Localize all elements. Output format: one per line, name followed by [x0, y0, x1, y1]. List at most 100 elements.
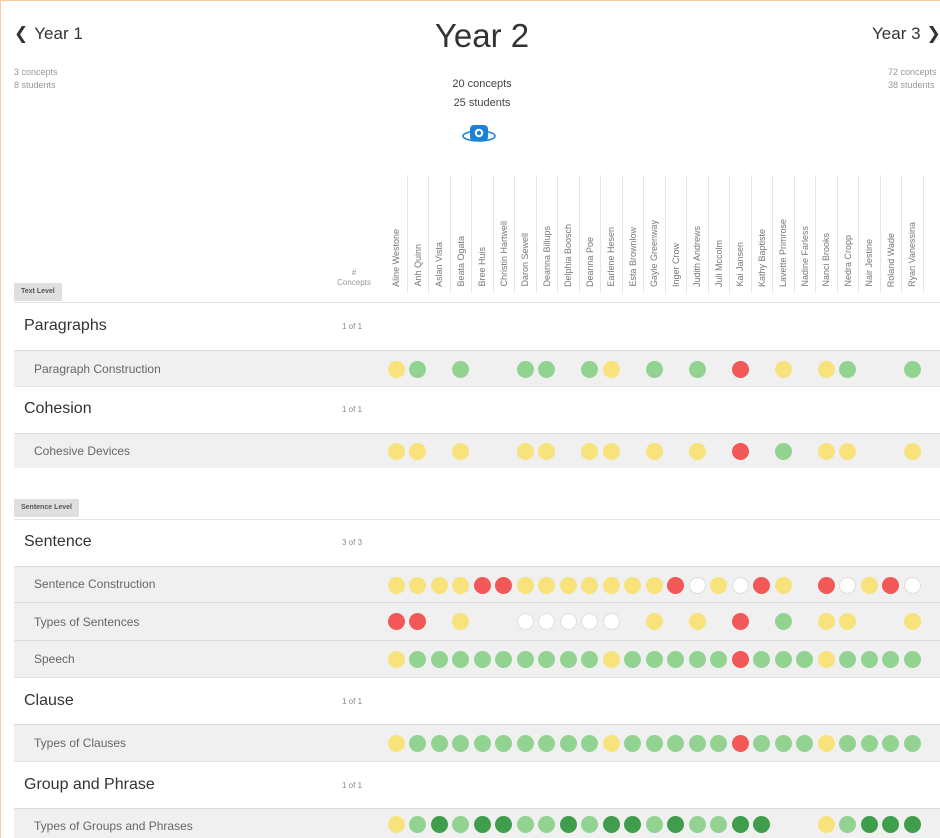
mastery-dot-yellow[interactable]	[818, 816, 835, 833]
mastery-dot-yellow[interactable]	[904, 443, 921, 460]
mastery-dot-light-green[interactable]	[839, 816, 856, 833]
mastery-dot-light-green[interactable]	[581, 816, 598, 833]
mastery-dot-light-green[interactable]	[624, 651, 641, 668]
mastery-dot-empty[interactable]	[904, 577, 921, 594]
mastery-dot-empty[interactable]	[517, 613, 534, 630]
student-name-header[interactable]: Beata Ogata	[456, 236, 466, 287]
mastery-dot-yellow[interactable]	[624, 577, 641, 594]
mastery-dot-light-green[interactable]	[431, 735, 448, 752]
mastery-dot-dark-green[interactable]	[474, 816, 491, 833]
mastery-dot-light-green[interactable]	[581, 361, 598, 378]
mastery-dot-empty[interactable]	[603, 613, 620, 630]
concept-row-speech[interactable]: Speech	[14, 640, 940, 677]
student-name-header[interactable]: Nadine Farless	[800, 226, 810, 287]
mastery-dot-light-green[interactable]	[495, 651, 512, 668]
mastery-dot-light-green[interactable]	[538, 816, 555, 833]
concept-row-cohesive-devices[interactable]: Cohesive Devices	[14, 433, 940, 468]
mastery-dot-yellow[interactable]	[603, 651, 620, 668]
student-name-header[interactable]: Aslan Vista	[434, 242, 444, 287]
student-name-header[interactable]: Roland Wade	[886, 233, 896, 287]
mastery-dot-empty[interactable]	[689, 577, 706, 594]
mastery-dot-light-green[interactable]	[409, 361, 426, 378]
mastery-dot-dark-green[interactable]	[753, 816, 770, 833]
mastery-dot-yellow[interactable]	[388, 577, 405, 594]
mastery-dot-red[interactable]	[732, 651, 749, 668]
mastery-dot-yellow[interactable]	[431, 577, 448, 594]
mastery-dot-light-green[interactable]	[581, 735, 598, 752]
group-row-group-and-phrase[interactable]: Group and Phrase 1 of 1	[14, 761, 940, 808]
student-name-header[interactable]: Earlene Hesen	[606, 227, 616, 287]
mastery-dot-yellow[interactable]	[689, 443, 706, 460]
mastery-dot-red[interactable]	[732, 443, 749, 460]
mastery-dot-red[interactable]	[667, 577, 684, 594]
mastery-dot-light-green[interactable]	[689, 816, 706, 833]
mastery-dot-red[interactable]	[474, 577, 491, 594]
mastery-dot-dark-green[interactable]	[882, 816, 899, 833]
mastery-dot-light-green[interactable]	[474, 651, 491, 668]
mastery-dot-dark-green[interactable]	[861, 816, 878, 833]
mastery-dot-light-green[interactable]	[667, 651, 684, 668]
mastery-dot-light-green[interactable]	[517, 361, 534, 378]
student-name-header[interactable]: Juli Mccolm	[714, 240, 724, 287]
mastery-dot-red[interactable]	[818, 577, 835, 594]
mastery-dot-yellow[interactable]	[452, 577, 469, 594]
mastery-dot-empty[interactable]	[581, 613, 598, 630]
concept-row-types-of-clauses[interactable]: Types of Clauses	[14, 724, 940, 761]
mastery-dot-yellow[interactable]	[388, 651, 405, 668]
mastery-dot-light-green[interactable]	[689, 735, 706, 752]
mastery-dot-empty[interactable]	[538, 613, 555, 630]
mastery-dot-light-green[interactable]	[517, 735, 534, 752]
student-name-header[interactable]: Nedra Cropp	[843, 235, 853, 287]
mastery-dot-light-green[interactable]	[710, 816, 727, 833]
mastery-dot-yellow[interactable]	[581, 577, 598, 594]
eye-toggle-icon[interactable]	[461, 122, 497, 146]
mastery-dot-light-green[interactable]	[538, 651, 555, 668]
mastery-dot-light-green[interactable]	[839, 651, 856, 668]
mastery-dot-yellow[interactable]	[818, 443, 835, 460]
student-name-header[interactable]: Gayle Greenway	[649, 220, 659, 287]
student-name-header[interactable]: Nair Jestine	[864, 239, 874, 287]
mastery-dot-light-green[interactable]	[839, 735, 856, 752]
mastery-dot-light-green[interactable]	[431, 651, 448, 668]
mastery-dot-yellow[interactable]	[409, 443, 426, 460]
mastery-dot-light-green[interactable]	[753, 651, 770, 668]
mastery-dot-dark-green[interactable]	[603, 816, 620, 833]
student-name-header[interactable]: Daron Sewell	[520, 233, 530, 287]
mastery-dot-light-green[interactable]	[796, 735, 813, 752]
student-name-header[interactable]: Bree Huis	[477, 247, 487, 287]
mastery-dot-light-green[interactable]	[517, 816, 534, 833]
mastery-dot-yellow[interactable]	[861, 577, 878, 594]
mastery-dot-light-green[interactable]	[882, 735, 899, 752]
mastery-dot-yellow[interactable]	[646, 613, 663, 630]
mastery-dot-yellow[interactable]	[710, 577, 727, 594]
mastery-dot-yellow[interactable]	[517, 443, 534, 460]
mastery-dot-light-green[interactable]	[646, 361, 663, 378]
concept-row-types-of-sentences[interactable]: Types of Sentences	[14, 602, 940, 640]
mastery-dot-red[interactable]	[388, 613, 405, 630]
mastery-dot-empty[interactable]	[732, 577, 749, 594]
mastery-dot-light-green[interactable]	[474, 735, 491, 752]
mastery-dot-yellow[interactable]	[409, 577, 426, 594]
mastery-dot-dark-green[interactable]	[732, 816, 749, 833]
mastery-dot-light-green[interactable]	[689, 361, 706, 378]
mastery-dot-yellow[interactable]	[388, 735, 405, 752]
mastery-dot-light-green[interactable]	[775, 651, 792, 668]
mastery-dot-light-green[interactable]	[646, 816, 663, 833]
mastery-dot-light-green[interactable]	[775, 613, 792, 630]
mastery-dot-dark-green[interactable]	[560, 816, 577, 833]
mastery-dot-light-green[interactable]	[646, 651, 663, 668]
mastery-dot-yellow[interactable]	[646, 443, 663, 460]
mastery-dot-light-green[interactable]	[689, 651, 706, 668]
mastery-dot-yellow[interactable]	[538, 443, 555, 460]
mastery-dot-yellow[interactable]	[603, 361, 620, 378]
mastery-dot-yellow[interactable]	[452, 443, 469, 460]
concept-row-types-of-groups-and-phrases[interactable]: Types of Groups and Phrases	[14, 808, 940, 838]
mastery-dot-yellow[interactable]	[603, 735, 620, 752]
student-name-header[interactable]: Nanci Brooks	[821, 233, 831, 287]
mastery-dot-dark-green[interactable]	[495, 816, 512, 833]
mastery-dot-yellow[interactable]	[388, 816, 405, 833]
mastery-dot-red[interactable]	[495, 577, 512, 594]
student-name-header[interactable]: Deanna Poe	[585, 237, 595, 287]
mastery-dot-yellow[interactable]	[388, 361, 405, 378]
group-row-sentence[interactable]: Sentence 3 of 3	[14, 519, 940, 566]
